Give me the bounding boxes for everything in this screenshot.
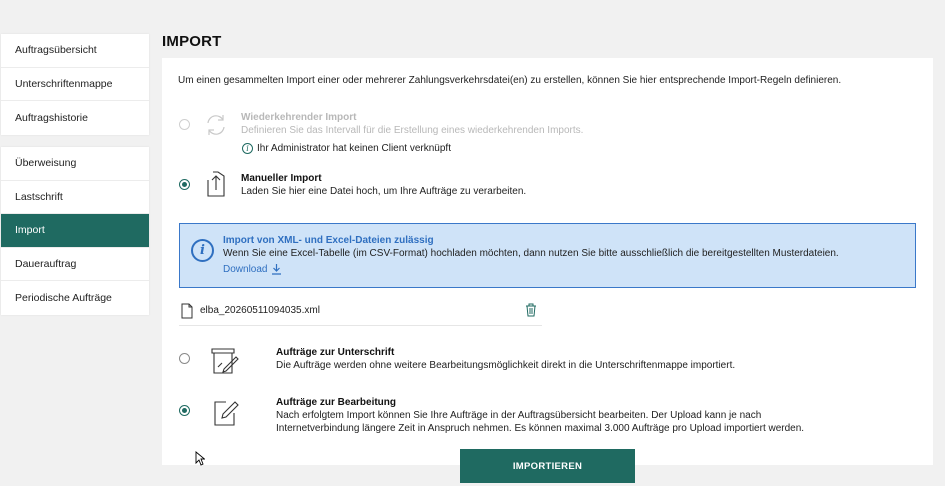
sidebar-group-orders: Überweisung Lastschrift Import Dauerauft… (1, 147, 149, 315)
signature-icon (211, 348, 239, 374)
sidebar-item-import[interactable]: Import (1, 214, 149, 248)
edit-title: Aufträge zur Bearbeitung (276, 397, 397, 408)
sidebar-item-ueberweisung[interactable]: Überweisung (1, 147, 149, 181)
manual-import-desc: Laden Sie hier eine Datei hoch, um Ihre … (241, 186, 527, 197)
file-name: elba_20260511094035.xml (200, 305, 320, 316)
manual-import-radio[interactable] (179, 179, 190, 190)
sidebar-group-overview: Auftragsübersicht Unterschriftenmappe Au… (1, 34, 149, 135)
recurring-import-desc: Definieren Sie das Intervall für die Ers… (241, 125, 584, 136)
download-link[interactable]: Download (223, 263, 282, 275)
file-icon (181, 303, 193, 319)
signature-radio[interactable] (179, 353, 190, 364)
download-link-label: Download (223, 263, 268, 275)
intro-text: Um einen gesammelten Import einer oder m… (178, 75, 842, 86)
page-title: IMPORT (162, 33, 222, 50)
recurring-import-title: Wiederkehrender Import (241, 112, 357, 123)
info-circle-icon: i (191, 239, 214, 262)
sidebar-item-auftragsuebersicht[interactable]: Auftragsübersicht (1, 34, 149, 68)
edit-icon (214, 401, 239, 426)
edit-desc-line2: Internetverbindung längere Zeit in Anspr… (276, 423, 805, 434)
info-text: Wenn Sie eine Excel-Tabelle (im CSV-Form… (223, 248, 839, 259)
admin-hint-text: Ihr Administrator hat keinen Client verk… (257, 143, 451, 154)
admin-hint: i Ihr Administrator hat keinen Client ve… (242, 143, 451, 154)
sidebar-item-auftragshistorie[interactable]: Auftragshistorie (1, 101, 149, 135)
info-title: Import von XML- und Excel-Dateien zuläss… (223, 235, 434, 246)
import-submit-button[interactable]: IMPORTIEREN (460, 449, 635, 483)
mouse-cursor-icon (195, 451, 205, 466)
recurring-import-radio (179, 119, 190, 130)
manual-import-title: Manueller Import (241, 173, 322, 184)
sidebar-item-periodische-auftraege[interactable]: Periodische Aufträge (1, 281, 149, 315)
info-icon: i (242, 143, 253, 154)
download-icon (272, 264, 282, 275)
refresh-icon (207, 115, 225, 135)
edit-radio[interactable] (179, 405, 190, 416)
sidebar-item-unterschriftenmappe[interactable]: Unterschriftenmappe (1, 68, 149, 101)
import-card: Um einen gesammelten Import einer oder m… (162, 58, 933, 465)
sidebar-item-dauerauftrag[interactable]: Dauerauftrag (1, 248, 149, 281)
edit-desc-line1: Nach erfolgtem Import können Sie Ihre Au… (276, 410, 762, 421)
signature-desc: Die Aufträge werden ohne weitere Bearbei… (276, 360, 736, 371)
info-box: i Import von XML- und Excel-Dateien zulä… (179, 223, 916, 288)
uploaded-file-row: elba_20260511094035.xml (179, 299, 542, 326)
sidebar-item-lastschrift[interactable]: Lastschrift (1, 181, 149, 214)
upload-file-icon (207, 171, 225, 197)
trash-icon[interactable] (525, 303, 537, 317)
signature-title: Aufträge zur Unterschrift (276, 347, 395, 358)
